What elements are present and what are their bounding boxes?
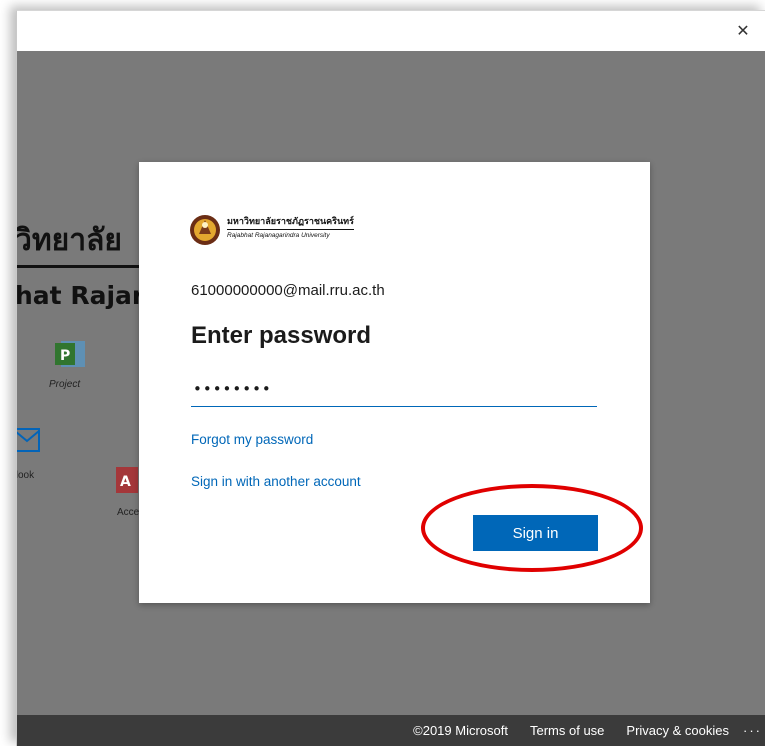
close-icon: ✕ — [736, 23, 750, 40]
password-field[interactable] — [191, 372, 597, 407]
svg-text:A: A — [120, 474, 131, 490]
svg-text:P: P — [60, 348, 70, 364]
project-app-label: Project — [49, 379, 81, 390]
outlook-app-label: tlook — [17, 470, 35, 481]
university-thai-name: มหาวิทยาลัยราชภัฏราชนครินทร์ — [227, 214, 354, 230]
terms-link[interactable]: Terms of use — [530, 723, 604, 738]
background-divider — [17, 265, 147, 268]
page-title: Enter password — [191, 322, 372, 349]
access-app-label: Acce — [117, 507, 140, 518]
privacy-link[interactable]: Privacy & cookies — [626, 723, 729, 738]
background-thai-text: วิทยาลัย — [17, 223, 123, 258]
project-app-icon: P — [53, 339, 87, 374]
sign-in-button[interactable]: Sign in — [473, 515, 598, 551]
sign-in-card: มหาวิทยาลัยราชภัฏราชนครินทร์ Rajabhat Ra… — [139, 162, 650, 603]
sign-in-another-account-link[interactable]: Sign in with another account — [191, 474, 361, 489]
close-button[interactable]: ✕ — [720, 11, 765, 51]
account-email: 61000000000@mail.rru.ac.th — [191, 282, 385, 299]
university-logo: มหาวิทยาลัยราชภัฏราชนครินทร์ Rajabhat Ra… — [189, 208, 369, 252]
access-app-icon: A — [114, 465, 140, 500]
background-latin-text: hat Rajar — [17, 281, 145, 310]
more-options-button[interactable]: ··· — [743, 723, 762, 738]
forgot-password-link[interactable]: Forgot my password — [191, 432, 313, 447]
copyright-text: ©2019 Microsoft — [413, 723, 508, 738]
outlook-app-icon — [17, 425, 41, 460]
title-bar: ✕ — [17, 11, 765, 51]
university-english-name: Rajabhat Rajanagarindra University — [227, 232, 330, 239]
footer-bar: ©2019 Microsoft Terms of use Privacy & c… — [17, 715, 765, 746]
